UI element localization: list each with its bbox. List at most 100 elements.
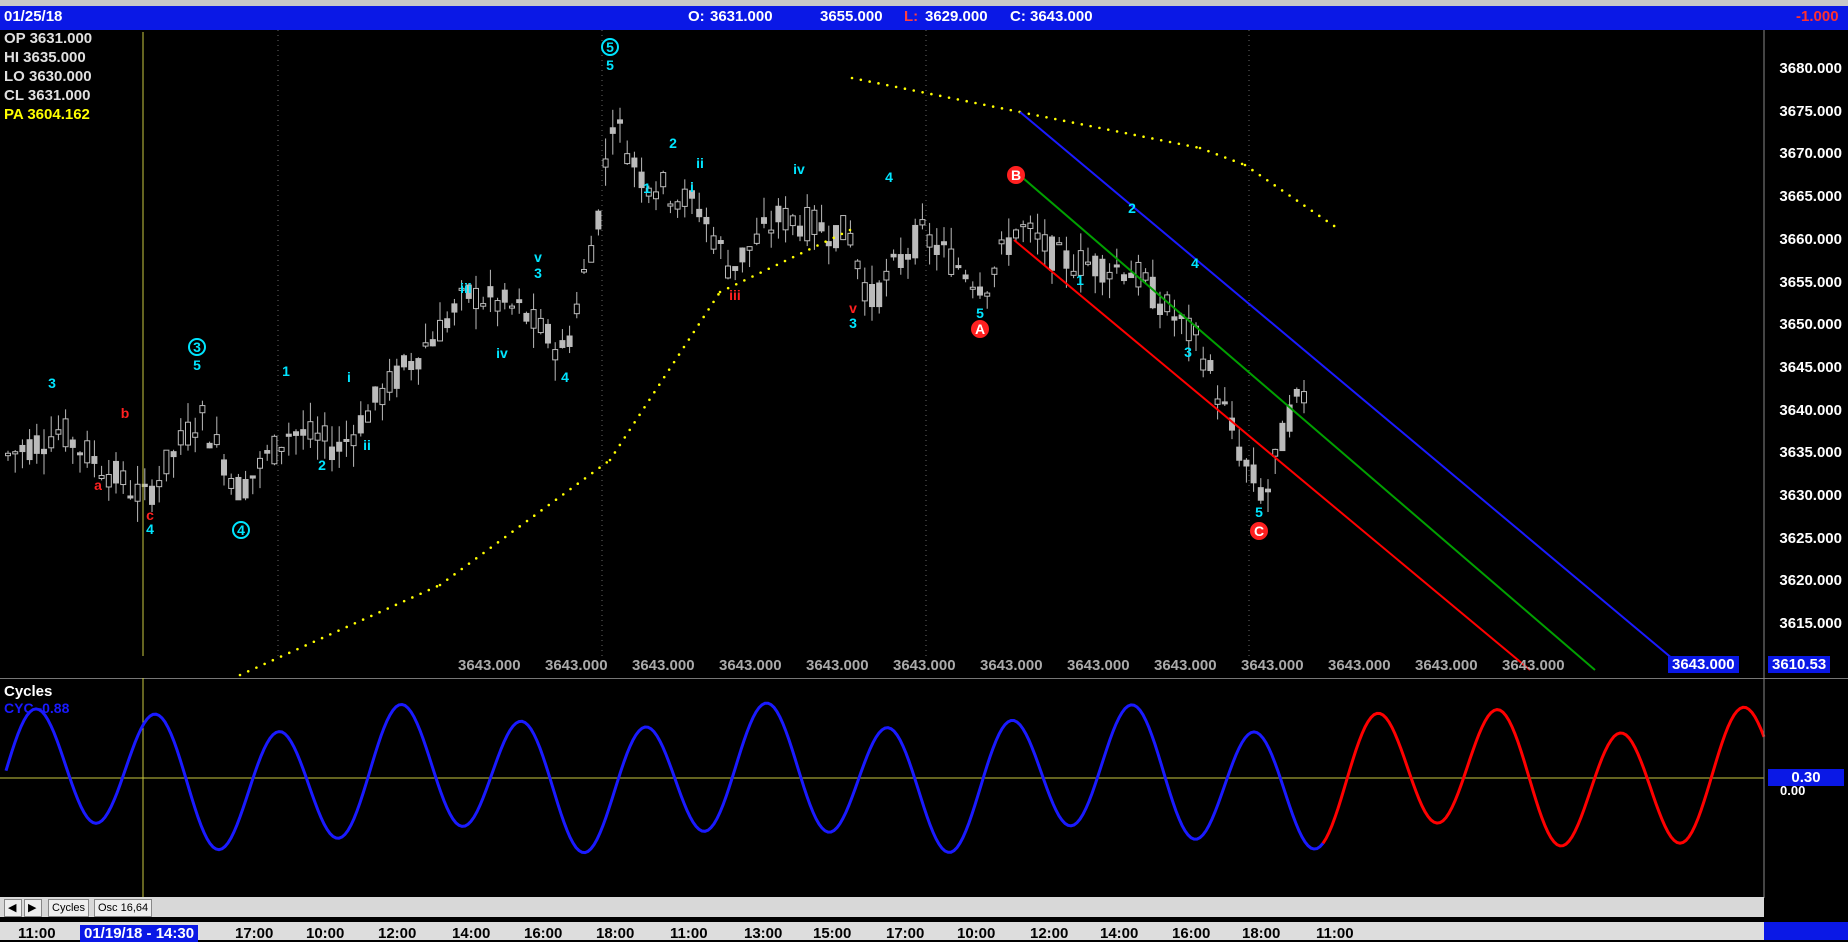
candle-body: [487, 286, 494, 298]
candle-body: [1034, 232, 1041, 240]
candle-body: [206, 442, 213, 449]
projection-dot: [653, 390, 656, 394]
projection-dot: [353, 621, 357, 625]
candle-body: [120, 470, 127, 486]
header-change-value: -1.000: [1796, 8, 1839, 25]
wave-label: iii: [729, 287, 741, 303]
projection-dot: [1089, 124, 1092, 128]
candle-body: [1200, 358, 1207, 371]
projection-dot: [903, 87, 907, 91]
candle-body: [768, 229, 775, 234]
projection-dot: [885, 83, 889, 87]
projection-dot: [894, 85, 898, 89]
candle-body: [948, 248, 955, 275]
candle-body: [213, 434, 220, 446]
candle-body: [732, 266, 739, 271]
tab-cycles[interactable]: Cycles: [48, 899, 90, 917]
projection-dot: [1207, 149, 1210, 153]
projection-dot: [956, 98, 960, 101]
bottom-readout: 3643.000: [458, 657, 521, 674]
projection-dot: [648, 398, 651, 402]
projection-dot: [328, 633, 332, 636]
projection-dot: [751, 275, 754, 278]
projection-dot: [1071, 121, 1075, 124]
wave-label: 5: [976, 305, 984, 321]
projection-dot: [337, 629, 340, 632]
candle-body: [653, 191, 659, 200]
wave-label: 4: [237, 522, 245, 538]
projection-dot: [1168, 140, 1172, 144]
projection-dot: [255, 666, 258, 669]
projection-dot: [386, 607, 390, 610]
projection-dot: [474, 557, 478, 560]
candle-body: [1049, 236, 1055, 271]
bottom-readout: 3643.000: [893, 657, 956, 674]
candle-body: [926, 234, 933, 248]
candle-body: [1092, 255, 1099, 277]
time-tick: 14:00: [452, 925, 491, 942]
cursor-price-tag: 3610.53: [1768, 656, 1831, 673]
price-chart[interactable]: 3bac435412iiiiiiiv3v45512iiiiiiiv 4v35AB1…: [0, 30, 1848, 678]
ohlc-pa: PA 3604.162: [4, 106, 90, 123]
scroll-right-button[interactable]: ▶: [24, 899, 42, 917]
projection-dot: [296, 647, 299, 651]
candle-body: [33, 435, 40, 454]
tab-osc[interactable]: Osc 16,64: [94, 899, 153, 917]
candle-body: [321, 425, 328, 442]
indicator-tab-bar: ◀ ▶ Cycles Osc 16,64: [0, 897, 1764, 917]
candle-body: [681, 188, 688, 207]
candle-body: [1207, 360, 1214, 372]
candle-body: [84, 440, 91, 464]
bottom-readout: 3643.000: [1415, 657, 1478, 674]
projection-dot: [643, 405, 646, 409]
projection-dot: [974, 101, 977, 105]
projection-dot: [271, 658, 275, 662]
projection-dot: [1195, 146, 1198, 149]
projection-dot: [445, 578, 449, 581]
candle-body: [825, 241, 832, 247]
price-tick: 3655.000: [1779, 273, 1842, 291]
candle-body: [127, 495, 134, 499]
candle-body: [401, 355, 407, 368]
candle-body: [1013, 229, 1019, 239]
projection-dot: [1198, 146, 1202, 150]
candle-body: [991, 267, 998, 275]
wave-label: iii: [460, 280, 472, 296]
projection-dot: [435, 585, 439, 588]
candle-body: [185, 421, 191, 446]
candle-body: [566, 335, 573, 347]
candle-body: [350, 434, 357, 447]
projection-dot: [712, 300, 715, 304]
projection-dot: [1215, 153, 1219, 156]
projection-dot: [930, 92, 933, 96]
time-tick: 01/19/18 - 14:30: [80, 925, 199, 942]
candle-body: [149, 485, 155, 505]
projection-dot: [503, 535, 507, 539]
price-tick: 3615.000: [1779, 615, 1842, 633]
projection-dot: [840, 232, 844, 236]
price-tick: 3675.000: [1779, 102, 1842, 120]
wave-label: 4: [1191, 255, 1199, 271]
projection-dot: [1243, 163, 1247, 167]
projection-dot: [848, 228, 852, 232]
projection-dot: [662, 375, 666, 379]
projection-dot: [583, 477, 587, 480]
candle-body: [883, 270, 890, 281]
projection-dot: [1054, 117, 1057, 121]
time-tick: 17:00: [235, 925, 274, 942]
time-tick: 10:00: [306, 925, 345, 942]
projection-dot: [605, 461, 609, 464]
last-price-tag: 3643.000: [1668, 656, 1739, 673]
candle-body: [177, 430, 184, 446]
cycles-oscillator[interactable]: [0, 678, 1848, 898]
candle-body: [444, 318, 451, 329]
candle-body: [163, 449, 170, 475]
candle-body: [667, 203, 674, 207]
projection-dot: [361, 618, 365, 621]
time-tick: 13:00: [744, 925, 783, 942]
candle-body: [573, 303, 580, 315]
scroll-left-button[interactable]: ◀: [4, 899, 22, 917]
projection-dot: [1124, 131, 1128, 135]
header-close-label: C:: [1010, 8, 1026, 25]
time-tick: 10:00: [957, 925, 996, 942]
